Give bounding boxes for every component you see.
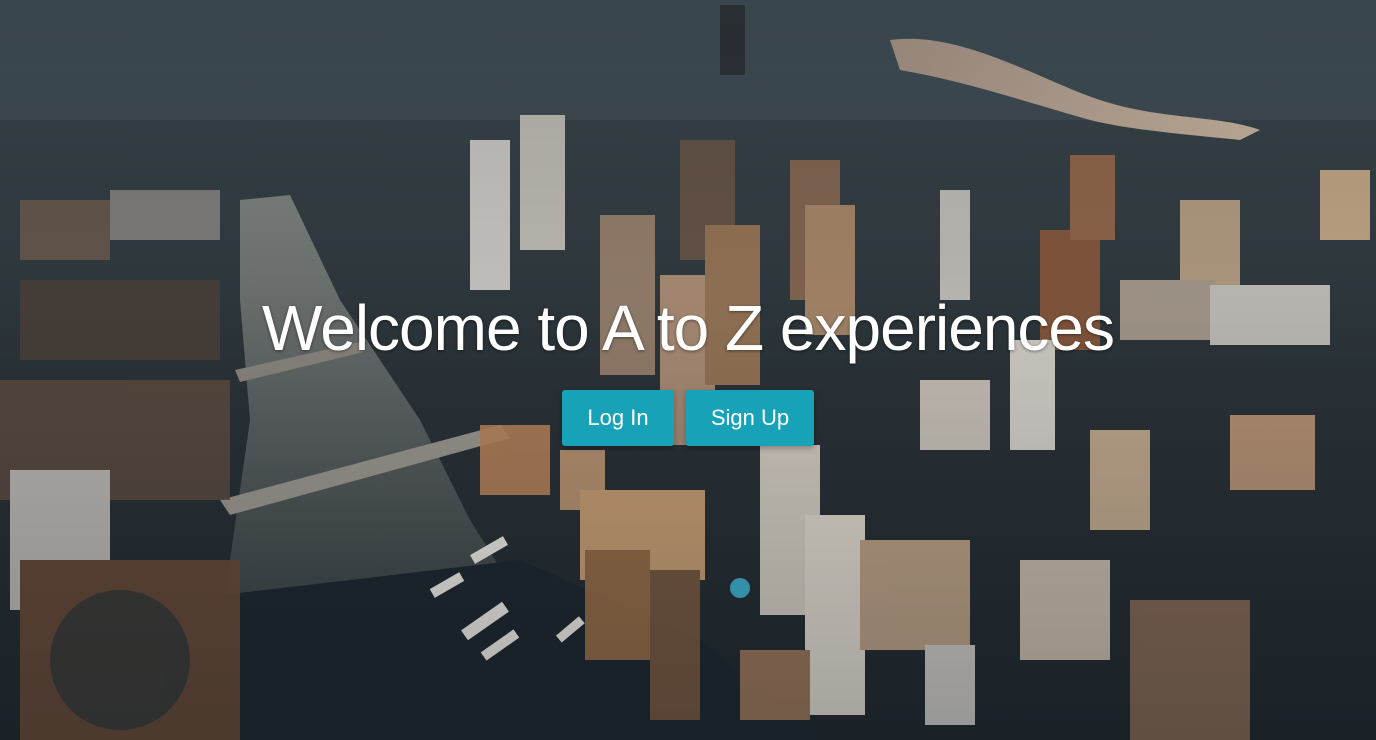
- signup-button[interactable]: Sign Up: [686, 390, 814, 446]
- hero-section: Welcome to A to Z experiences Log In Sig…: [0, 0, 1376, 740]
- login-button[interactable]: Log In: [562, 390, 674, 446]
- hero-actions: Log In Sign Up: [0, 390, 1376, 446]
- hero-content: Welcome to A to Z experiences Log In Sig…: [0, 288, 1376, 446]
- hero-title: Welcome to A to Z experiences: [261, 292, 1115, 364]
